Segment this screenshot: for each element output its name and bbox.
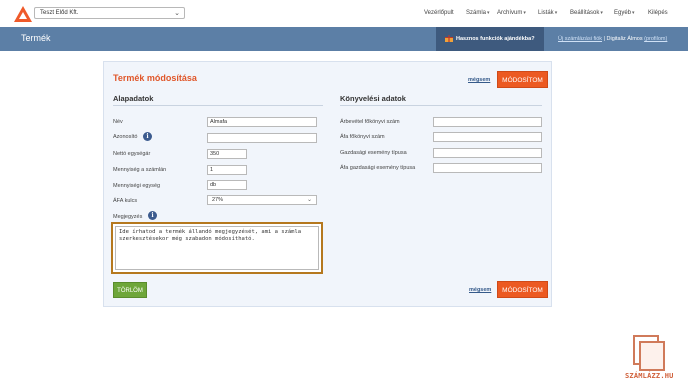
menu-item-invoice[interactable]: Számla▾ bbox=[466, 10, 490, 16]
revenue-ledger-label: Árbevétel főkönyvi szám bbox=[340, 119, 400, 125]
vat-event-type-label: Áfa gazdasági esemény típusa bbox=[340, 165, 416, 171]
event-type-field[interactable] bbox=[433, 148, 542, 158]
company-select-value: Teszt Előd Kft. bbox=[40, 10, 79, 16]
menu-item-label: Beállítások bbox=[570, 10, 600, 16]
menu-item-archive[interactable]: Archívum▾ bbox=[497, 10, 526, 16]
szamlazz-logo-icon[interactable] bbox=[14, 6, 32, 22]
menu-item-label: Kilépés bbox=[648, 10, 668, 16]
vat-ledger-field[interactable] bbox=[433, 132, 542, 142]
chevron-down-icon: ⌄ bbox=[306, 197, 312, 203]
save-button-bottom[interactable]: MÓDOSÍTOM bbox=[497, 281, 548, 298]
form-title: Termék módosítása bbox=[113, 73, 197, 83]
vat-label: ÁFA kulcs bbox=[113, 198, 138, 204]
product-edit-card: Termék módosítása mégsem MÓDOSÍTOM Alapa… bbox=[103, 61, 552, 307]
save-button-top[interactable]: MÓDOSÍTOM bbox=[497, 71, 548, 88]
user-info: Új számlázási fiók | Digitaliz Álmos (pr… bbox=[558, 36, 667, 42]
id-field[interactable] bbox=[207, 133, 317, 143]
separator: | bbox=[603, 36, 605, 42]
menu-item-lists[interactable]: Listák▾ bbox=[538, 10, 557, 16]
caret-down-icon: ▾ bbox=[487, 10, 490, 16]
vat-event-type-field[interactable] bbox=[433, 163, 542, 173]
user-name: Digitaliz Álmos bbox=[606, 36, 643, 42]
menu-item-label: Számla bbox=[466, 10, 487, 16]
revenue-ledger-field[interactable] bbox=[433, 117, 542, 127]
vat-select[interactable]: 27% ⌄ bbox=[207, 195, 317, 205]
unit-label: Mennyiségi egység bbox=[113, 183, 161, 189]
title-bar: Termék Hasznos funkciók ajándékba? Új sz… bbox=[0, 27, 688, 51]
quantity-label: Mennyiség a számlán bbox=[113, 167, 167, 173]
cancel-link-top[interactable]: mégsem bbox=[468, 77, 490, 83]
caret-down-icon: ▾ bbox=[600, 10, 603, 16]
page-title: Termék bbox=[21, 33, 51, 43]
menu-item-label: Archívum bbox=[497, 10, 523, 16]
cancel-link-bottom[interactable]: mégsem bbox=[469, 287, 491, 293]
gift-icon bbox=[445, 35, 453, 42]
accounting-heading: Könyvelési adatok bbox=[340, 94, 406, 103]
caret-down-icon: ▾ bbox=[554, 10, 558, 16]
section-divider bbox=[113, 105, 323, 106]
company-select[interactable]: Teszt Előd Kft. ⌄ bbox=[34, 7, 185, 19]
menu-item-settings[interactable]: Beállítások▾ bbox=[570, 10, 603, 16]
unit-field[interactable]: db bbox=[207, 180, 247, 190]
watermark-brand: SZÁMLÁZZ.HU bbox=[625, 372, 674, 380]
menu-item-label: Egyéb bbox=[614, 10, 632, 16]
id-label: Azonosító bbox=[113, 134, 138, 140]
menu-item-label: Vezérlőpult bbox=[424, 10, 454, 16]
caret-down-icon: ▾ bbox=[523, 10, 526, 16]
net-price-label: Nettó egységár bbox=[113, 151, 151, 157]
caret-down-icon: ▾ bbox=[632, 10, 635, 16]
name-field[interactable]: Almafa bbox=[207, 117, 317, 127]
name-label: Név bbox=[113, 119, 123, 125]
note-highlight-frame: Ide írhatod a termék állandó megjegyzésé… bbox=[111, 222, 323, 274]
promo-text: Hasznos funkciók ajándékba? bbox=[456, 36, 535, 42]
note-label: Megjegyzés bbox=[113, 214, 143, 220]
event-type-label: Gazdasági esemény típusa bbox=[340, 150, 407, 156]
new-invoice-account-link[interactable]: Új számlázási fiók bbox=[558, 36, 602, 42]
quantity-field[interactable]: 1 bbox=[207, 165, 247, 175]
top-navigation: Teszt Előd Kft. ⌄ Vezérlőpult Számla▾ Ar… bbox=[0, 0, 688, 28]
menu-item-dashboard[interactable]: Vezérlőpult bbox=[424, 10, 454, 16]
menu-item-logout[interactable]: Kilépés bbox=[648, 10, 668, 16]
vat-select-value: 27% bbox=[212, 197, 224, 203]
promo-banner[interactable]: Hasznos funkciók ajándékba? bbox=[436, 27, 544, 51]
document-icon bbox=[639, 341, 665, 371]
info-icon[interactable]: i bbox=[143, 132, 152, 141]
chevron-down-icon: ⌄ bbox=[174, 10, 180, 17]
menu-item-other[interactable]: Egyéb▾ bbox=[614, 10, 635, 16]
net-price-field[interactable]: 350 bbox=[207, 149, 247, 159]
info-icon[interactable]: i bbox=[148, 211, 157, 220]
vat-ledger-label: Áfa főkönyvi szám bbox=[340, 134, 385, 140]
menu-item-label: Listák bbox=[538, 10, 554, 16]
profile-link[interactable]: (profilom) bbox=[644, 36, 667, 42]
delete-button[interactable]: TÖRLÖM bbox=[113, 282, 147, 298]
szamlazz-watermark: SZÁMLÁZZ.HU bbox=[625, 335, 673, 383]
section-divider bbox=[340, 105, 542, 106]
note-textarea[interactable]: Ide írhatod a termék állandó megjegyzésé… bbox=[115, 226, 319, 270]
basic-data-heading: Alapadatok bbox=[113, 94, 154, 103]
